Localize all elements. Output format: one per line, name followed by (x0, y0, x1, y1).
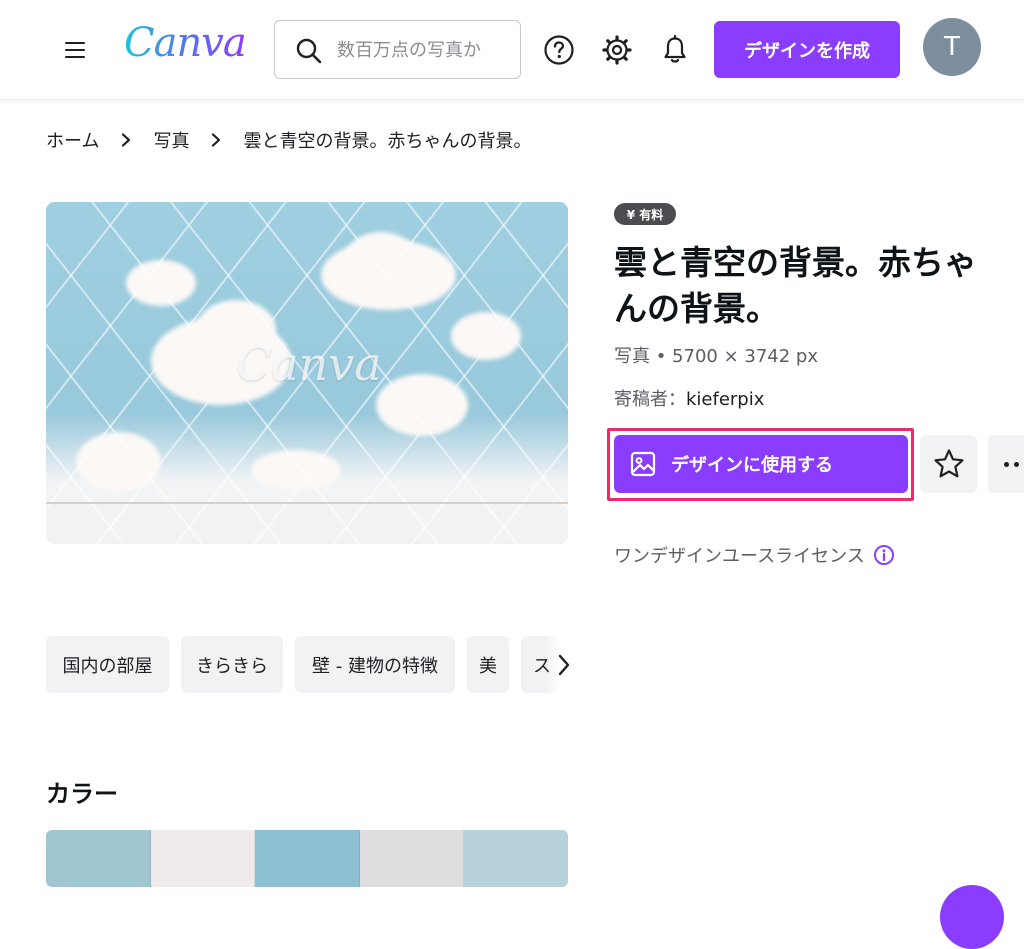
color-palette (46, 830, 568, 887)
more-options-button[interactable] (988, 435, 1024, 493)
chevron-right-icon (119, 133, 133, 147)
breadcrumb-photos[interactable]: 写真 (153, 127, 189, 153)
chevron-right-icon (209, 133, 223, 147)
colors-heading: カラー (46, 780, 118, 808)
color-swatch[interactable] (46, 830, 151, 887)
color-swatch[interactable] (464, 830, 568, 887)
contributor-label: 寄稿者： (614, 389, 686, 410)
use-in-design-button[interactable]: デザインに使用する (614, 435, 908, 493)
photo-preview[interactable]: Canva (46, 202, 568, 544)
contributor-row: 寄稿者：kieferpix (614, 385, 764, 411)
gear-icon[interactable] (600, 33, 634, 67)
image-icon (629, 450, 657, 478)
create-design-button[interactable]: デザインを作成 (714, 21, 900, 78)
tag-chip[interactable]: 国内の部屋 (46, 636, 169, 693)
tag-chip[interactable]: 美 (467, 636, 509, 693)
more-icon-dot (1014, 461, 1019, 467)
favorite-button[interactable] (920, 435, 977, 493)
more-icon-dot (1004, 461, 1009, 467)
avatar[interactable]: T (923, 18, 981, 76)
color-swatch[interactable] (359, 830, 465, 887)
menu-icon[interactable] (58, 33, 92, 67)
floor-line (46, 502, 568, 504)
photo-meta: 写真 • 5700 × 3742 px (614, 346, 819, 367)
menu-icon-line (65, 49, 85, 51)
tag-list: 国内の部屋 きらきら 壁 - 建物の特徴 美 ス (46, 636, 568, 694)
use-in-design-label: デザインに使用する (671, 455, 833, 476)
menu-icon-line (65, 42, 85, 44)
canva-logo[interactable]: Canva (124, 20, 247, 66)
color-swatch[interactable] (150, 830, 256, 887)
help-icon[interactable] (542, 33, 576, 67)
help-chat-button[interactable] (940, 885, 1004, 949)
search-icon (296, 38, 322, 64)
chevron-right-icon[interactable] (552, 650, 576, 680)
photo-title: 雲と青空の背景。赤ちゃんの背景。 (614, 243, 977, 328)
watermark: Canva (236, 337, 382, 391)
menu-icon-line (65, 56, 85, 58)
paid-badge: ¥ 有料 (614, 203, 676, 225)
top-header: Canva 数百万点の写真か デザインを作成 T (0, 0, 1024, 100)
tag-chip[interactable]: 壁 - 建物の特徴 (295, 636, 455, 693)
bell-icon[interactable] (658, 33, 692, 67)
star-icon (933, 449, 964, 478)
license-row: ワンデザインユースライセンス (614, 542, 895, 568)
license-label: ワンデザインユースライセンス (614, 546, 865, 567)
breadcrumb-home[interactable]: ホーム (46, 127, 99, 153)
contributor-name[interactable]: kieferpix (686, 389, 764, 410)
color-swatch[interactable] (255, 830, 360, 887)
info-icon[interactable] (873, 544, 895, 566)
breadcrumb-current: 雲と青空の背景。赤ちゃんの背景。 (243, 131, 532, 152)
search-input[interactable] (337, 36, 512, 64)
tag-chip[interactable]: きらきら (181, 636, 283, 693)
breadcrumb: ホーム 写真 雲と青空の背景。赤ちゃんの背景。 (46, 127, 531, 153)
search-box[interactable] (274, 20, 521, 79)
